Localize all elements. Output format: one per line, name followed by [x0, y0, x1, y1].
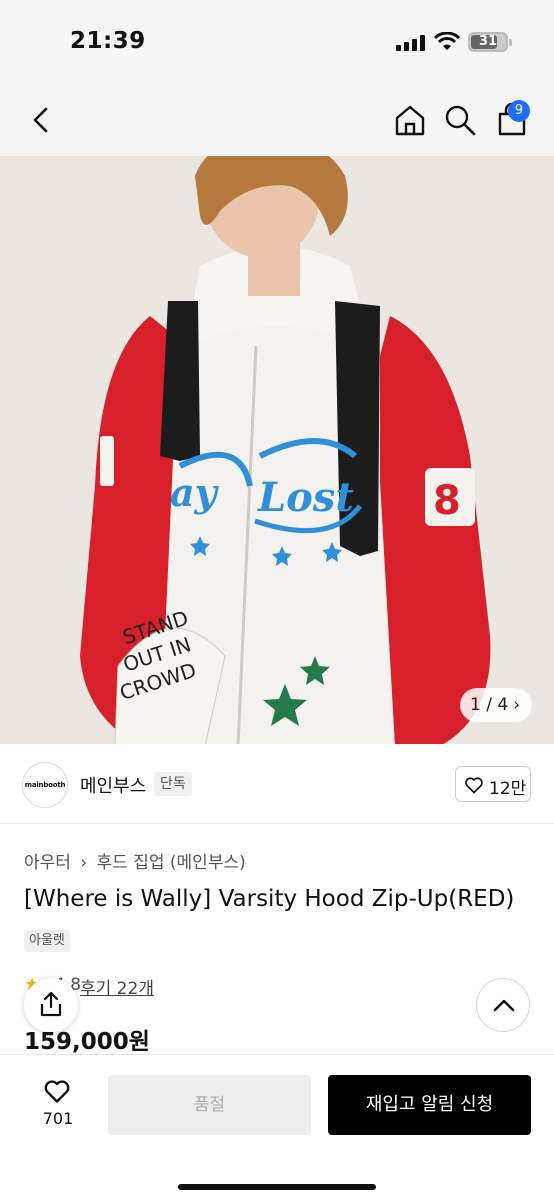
breadcrumb-separator: › [80, 853, 88, 873]
brand-like-count: 12만 [489, 779, 527, 799]
wishlist-button[interactable]: 701 [30, 1075, 86, 1135]
patch-text-2: Lost [257, 474, 354, 521]
brand-row[interactable]: mainbooth 메인부스 단독 12만 [0, 744, 554, 824]
patch-text-1: ay [170, 470, 220, 515]
status-time: 21:39 [70, 28, 146, 54]
wifi-icon [434, 32, 460, 50]
breadcrumb-item[interactable]: 아우터 [24, 853, 71, 873]
back-arrow-icon[interactable] [24, 102, 60, 138]
chevron-right-icon: › [513, 695, 520, 715]
brand-like-button[interactable]: 12만 [455, 766, 531, 802]
brand-logo[interactable]: mainbooth [22, 762, 68, 808]
nav-bar [0, 84, 554, 156]
product-image[interactable]: ay Lost 8 STAND OUT IN CROWD [0, 156, 554, 744]
restock-alert-button[interactable]: 재입고 알림 신청 [328, 1075, 531, 1135]
bottom-action-bar: 701 품절 재입고 알림 신청 [0, 1054, 554, 1200]
product-photo-illustration: ay Lost 8 STAND OUT IN CROWD [0, 156, 554, 744]
home-indicator [178, 1184, 376, 1190]
battery-icon: 31 [468, 32, 512, 52]
scroll-top-button[interactable] [476, 978, 530, 1032]
wishlist-count: 701 [42, 1109, 74, 1128]
brand-name[interactable]: 메인부스 [80, 772, 146, 798]
outlet-badge: 아울렛 [24, 930, 70, 952]
breadcrumb: 아우터 › 후드 집업 (메인부스) [24, 848, 250, 873]
signal-icon [396, 35, 426, 51]
sleeve-number: 8 [433, 478, 461, 524]
heart-icon [44, 1080, 70, 1103]
share-button[interactable] [24, 978, 78, 1032]
chevron-up-icon [493, 999, 515, 1012]
soldout-button: 품절 [108, 1075, 311, 1135]
heart-icon [465, 777, 483, 794]
image-counter[interactable]: 1 / 4 › [460, 688, 532, 722]
cart-count-badge: 9 [508, 100, 530, 122]
search-icon[interactable] [442, 102, 478, 138]
review-link[interactable]: 후기 22개 [80, 974, 154, 999]
product-title: [Where is Wally] Varsity Hood Zip-Up(RED… [24, 886, 515, 912]
exclusive-badge: 단독 [154, 772, 192, 796]
battery-level: 31 [478, 34, 498, 49]
breadcrumb-item[interactable]: 후드 집업 (메인부스) [97, 853, 246, 873]
status-bar: 21:39 31 [0, 0, 554, 84]
image-counter-text: 1 / 4 [470, 695, 509, 715]
share-icon [40, 991, 62, 1017]
home-icon[interactable] [392, 102, 428, 138]
